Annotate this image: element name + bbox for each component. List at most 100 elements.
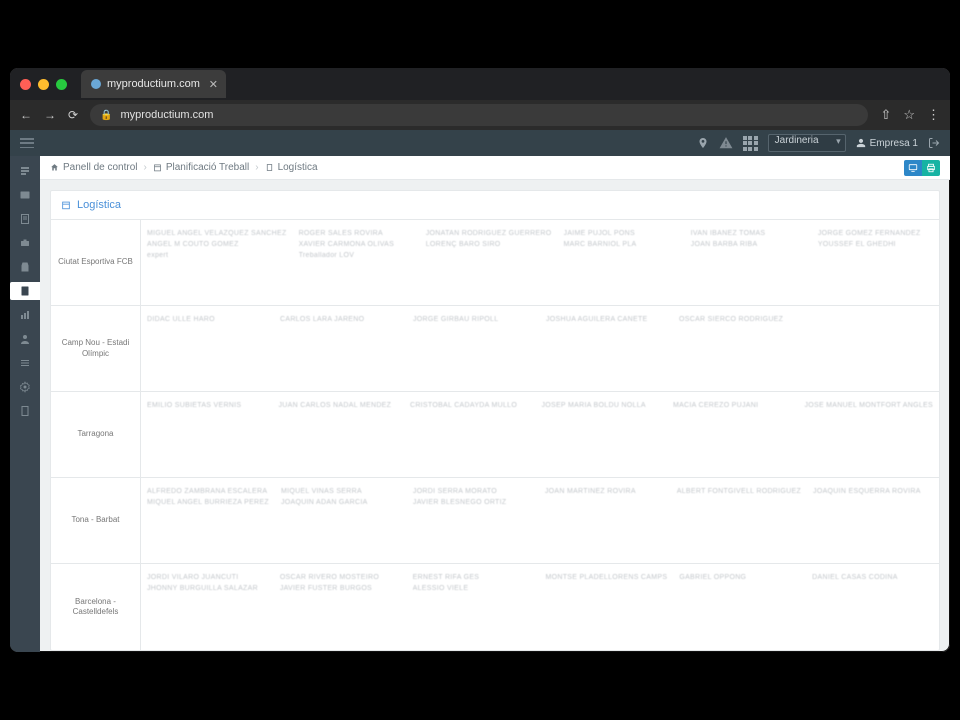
person-name: JOAQUIN ADAN GARCIA <box>281 499 401 506</box>
grid-cell[interactable]: IVAN IBÁÑEZ TOMASJOAN BARBA RIBA <box>685 220 812 305</box>
grid-cell[interactable]: JUAN CARLOS NADAL MENDEZ <box>272 392 403 477</box>
grid-cell[interactable]: OSCAR SIERCO RODRIGUEZ <box>673 306 806 391</box>
person-name: MIGUEL ANGEL VELAZQUEZ SANCHEZ <box>147 230 287 237</box>
url-field[interactable]: 🔒 myproductium.com <box>90 104 868 126</box>
maximize-window-dot[interactable] <box>56 79 67 90</box>
company-select-value: Jardineria <box>775 135 819 146</box>
grid-cell[interactable]: JOSHUA AGUILERA CAÑETE <box>540 306 673 391</box>
grid-cell[interactable]: JORDI VILARO JUANCUTIJHONNY BURGUILLA SA… <box>141 564 274 650</box>
breadcrumb-label-1: Planificació Treball <box>166 162 249 173</box>
browser-tab[interactable]: myproductium.com ✕ <box>81 70 226 98</box>
sidebar-item-5[interactable] <box>10 258 40 276</box>
grid-cell[interactable]: EMILIO SUBIETAS VERNIS <box>141 392 272 477</box>
grid-cell[interactable]: ALFREDO ZAMBRANA ESCALERAMIQUEL ANGEL BU… <box>141 478 275 563</box>
person-name: OSCAR SIERCO RODRIGUEZ <box>679 316 800 323</box>
breadcrumb-home[interactable]: Panell de control <box>50 162 138 173</box>
logout-icon[interactable] <box>928 137 940 149</box>
url-text: myproductium.com <box>121 109 214 121</box>
grid-cell[interactable]: JORGE GIRBAU RIPOLL <box>407 306 540 391</box>
grid-cell[interactable]: MIGUEL ANGEL VELAZQUEZ SANCHEZANGEL M CO… <box>141 220 293 305</box>
grid-cell[interactable]: JOSE MANUEL MONTFORT ANGLES <box>798 392 939 477</box>
monitor-icon <box>908 163 918 173</box>
row-label: Tona - Barbat <box>51 478 141 563</box>
sidebar-item-doc[interactable] <box>10 402 40 420</box>
sidebar-item-user[interactable] <box>10 330 40 348</box>
grid-cell[interactable] <box>806 306 939 391</box>
grid-cell[interactable]: JOAQUIN ESQUERRA ROVIRA <box>807 478 939 563</box>
person-name: JAVIER FUSTER BURGOS <box>280 585 401 592</box>
grid-cell[interactable]: ROGER SALES ROVIRAXAVIER CARMONA OLIVAST… <box>293 220 420 305</box>
calendar-icon <box>153 163 162 172</box>
grid-cell[interactable]: DANIEL CASAS CODINA <box>806 564 939 650</box>
close-window-dot[interactable] <box>20 79 31 90</box>
print-icon <box>926 163 936 173</box>
grid-cell[interactable]: ERNEST RIFA GESALESSIO VIELE <box>407 564 540 650</box>
panel-header: Logística <box>51 191 939 220</box>
person-name: JORDI SERRA MORATO <box>413 488 533 495</box>
grid-cell[interactable]: MIQUEL VIÑAS SERRAJOAQUIN ADAN GARCIA <box>275 478 407 563</box>
grid-cell[interactable]: GABRIEL OPPONG <box>673 564 806 650</box>
row-label: Camp Nou - Estadi Olímpic <box>51 306 141 391</box>
sidebar-item-4[interactable] <box>10 234 40 252</box>
sidebar-item-3[interactable] <box>10 210 40 228</box>
expand-button[interactable] <box>904 160 922 176</box>
bookmark-icon[interactable]: ☆ <box>903 107 915 123</box>
grid-cell[interactable]: JOSEP MARIA BOLDU NOLLA <box>535 392 666 477</box>
person-name: JOSEP MARIA BOLDU NOLLA <box>541 402 660 409</box>
person-name: ALESSIO VIELE <box>413 585 534 592</box>
minimize-window-dot[interactable] <box>38 79 49 90</box>
apps-grid-icon[interactable] <box>743 136 758 151</box>
location-pin-icon[interactable] <box>697 137 709 149</box>
grid-cell[interactable]: CRISTOBAL CADAYDA MULLO <box>404 392 535 477</box>
grid-cell[interactable]: JORGE GOMEZ FERNANDEZYOUSSEF EL GHEDHI <box>812 220 939 305</box>
breadcrumb-label-0: Panell de control <box>63 162 138 173</box>
grid-cell[interactable]: CARLOS LARA JAREÑO <box>274 306 407 391</box>
favicon-icon <box>91 79 101 89</box>
page-action-buttons <box>904 160 940 176</box>
kebab-menu-icon[interactable]: ⋮ <box>927 107 940 123</box>
person-name: JUAN CARLOS NADAL MENDEZ <box>278 402 397 409</box>
person-name: ALFREDO ZAMBRANA ESCALERA <box>147 488 269 495</box>
hamburger-icon[interactable] <box>20 138 34 148</box>
person-name: DIDAC ULLE HARO <box>147 316 268 323</box>
sidebar-item-list[interactable] <box>10 354 40 372</box>
grid-cell[interactable]: ALBERT FONTGIVELL RODRIGUEZ <box>671 478 807 563</box>
warning-icon[interactable] <box>719 136 733 150</box>
breadcrumb-planning[interactable]: Planificació Treball <box>153 162 249 173</box>
user-menu[interactable]: Empresa 1 <box>856 138 918 149</box>
grid-cell[interactable]: OSCAR RIVERO MOSTEIROJAVIER FUSTER BURGO… <box>274 564 407 650</box>
sidebar-item-settings[interactable] <box>10 378 40 396</box>
person-name: JORGE GIRBAU RIPOLL <box>413 316 534 323</box>
grid-cell[interactable]: JOAN MARTINEZ ROVIRA <box>539 478 671 563</box>
sidebar-item-2[interactable] <box>10 186 40 204</box>
reload-icon[interactable]: ⟳ <box>68 108 78 122</box>
grid-cell[interactable]: JAIME PUJOL PONSMARC BARNIOL PLA <box>558 220 685 305</box>
forward-icon[interactable]: → <box>44 108 56 122</box>
share-icon[interactable]: ⇧ <box>880 107 891 123</box>
tab-title: myproductium.com <box>107 78 200 90</box>
back-icon[interactable]: ← <box>20 108 32 122</box>
company-select[interactable]: Jardineria <box>768 134 846 152</box>
close-tab-icon[interactable]: ✕ <box>209 78 218 91</box>
breadcrumb-bar: Panell de control › Planificació Treball… <box>40 156 950 180</box>
person-name: IVAN IBÁÑEZ TOMAS <box>691 230 806 237</box>
sidebar-item-1[interactable] <box>10 162 40 180</box>
row-columns: EMILIO SUBIETAS VERNIS JUAN CARLOS NADAL … <box>141 392 939 477</box>
person-name: JAVIER BLESNEGO ORTIZ <box>413 499 533 506</box>
browser-address-bar: ← → ⟳ 🔒 myproductium.com ⇧ ☆ ⋮ <box>10 100 950 130</box>
breadcrumb-label-2: Logística <box>278 162 318 173</box>
person-name: XAVIER CARMONA OLIVAS <box>299 241 414 248</box>
grid-row: Barcelona - CastelldefelsJORDI VILARO JU… <box>51 564 939 650</box>
grid-cell[interactable]: JONATAN RODRIGUEZ GUERREROLORENÇ BARO SI… <box>420 220 558 305</box>
print-button[interactable] <box>922 160 940 176</box>
person-name: GABRIEL OPPONG <box>679 574 800 581</box>
grid-cell[interactable]: JORDI SERRA MORATO JAVIER BLESNEGO ORTIZ <box>407 478 539 563</box>
sidebar-item-logistics[interactable] <box>10 282 40 300</box>
sidebar-item-stats[interactable] <box>10 306 40 324</box>
grid-row: Camp Nou - Estadi Olímpic DIDAC ULLE HARO… <box>51 306 939 392</box>
person-name: LORENÇ BARO SIRO <box>426 241 552 248</box>
grid-cell[interactable]: MONTSE PLADELLORENS CAMPS <box>539 564 673 650</box>
calendar-icon <box>61 200 71 210</box>
grid-cell[interactable]: MACIA CEREZO PUJANI <box>667 392 799 477</box>
grid-cell[interactable]: DIDAC ULLE HARO <box>141 306 274 391</box>
